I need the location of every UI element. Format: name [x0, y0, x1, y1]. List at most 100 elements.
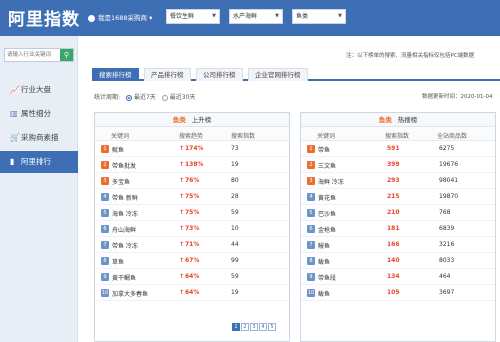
- search-index: 44: [231, 241, 239, 248]
- trend-value: 71%: [185, 241, 200, 248]
- panel-keyword: 鱼类: [172, 116, 186, 124]
- page-4[interactable]: 4: [259, 323, 267, 331]
- keyword-link[interactable]: 舟山海鲜: [112, 225, 136, 234]
- keyword-link[interactable]: 带鱼段: [318, 273, 336, 282]
- user-menu[interactable]: 我是1688采购商 ▾: [88, 12, 152, 22]
- col-keyword: 关键词: [317, 133, 336, 140]
- panel-keyword: 鱼类: [378, 116, 392, 124]
- keyword-link[interactable]: 鲅鱼: [318, 289, 330, 298]
- rank-badge: 3: [307, 177, 315, 185]
- sidebar-item-buyers[interactable]: 🛒采购商素描: [0, 127, 78, 149]
- keyword-link[interactable]: 加拿大多春鱼: [112, 289, 148, 298]
- option-30days[interactable]: 最近30天: [170, 94, 196, 101]
- tab-product-ranking[interactable]: 产品排行榜: [144, 68, 191, 81]
- trend-value: 64%: [185, 289, 200, 296]
- page-3[interactable]: 3: [250, 323, 258, 331]
- keyword-link[interactable]: 鲅鱼: [318, 257, 330, 266]
- table-row[interactable]: 4 带鱼 新鲜 ↑ 75% 28: [95, 189, 289, 205]
- keyword-link[interactable]: 带鱼 冷冻: [112, 241, 138, 250]
- table-row[interactable]: 8 草鱼 ↑ 67% 99: [95, 253, 289, 269]
- data-source-note: 注：以下榜单的搜索、流量相关指标仅包括PC端数据: [346, 53, 475, 59]
- tab-search-ranking[interactable]: 搜索排行榜: [92, 68, 139, 81]
- trend-up-icon: ↑: [179, 241, 185, 248]
- keyword-link[interactable]: 黄干鲷鱼: [112, 273, 136, 282]
- page-5[interactable]: 5: [268, 323, 276, 331]
- table-row[interactable]: 10 加拿大多春鱼 ↑ 64% 19: [95, 285, 289, 301]
- table-row[interactable]: 7 鳗鱼 166 3216: [301, 237, 495, 253]
- table-row[interactable]: 5 巴沙鱼 210 768: [301, 205, 495, 221]
- product-count: 8033: [439, 257, 455, 264]
- trend-value: 174%: [185, 145, 204, 152]
- table-row[interactable]: 6 金枪鱼 181 6839: [301, 221, 495, 237]
- table-row[interactable]: 5 海鱼 冷冻 ↑ 75% 59: [95, 205, 289, 221]
- radio-7days[interactable]: [125, 94, 132, 101]
- keyword-link[interactable]: 海鱼 冷冻: [112, 209, 138, 218]
- search-index: 210: [387, 209, 400, 216]
- category-select-2[interactable]: 水产海鲜 ▼: [229, 9, 283, 24]
- table-row[interactable]: 6 舟山海鲜 ↑ 73% 10: [95, 221, 289, 237]
- category-select-1[interactable]: 餐饮生鲜 ▼: [166, 9, 220, 24]
- keyword-link[interactable]: 带鱼: [318, 145, 330, 154]
- table-row[interactable]: 7 带鱼 冷冻 ↑ 71% 44: [95, 237, 289, 253]
- table-row[interactable]: 9 带鱼段 134 464: [301, 269, 495, 285]
- keyword-link[interactable]: 海鲜 冷冻: [318, 177, 344, 186]
- table-header: 关键词 搜索趋势 搜索指数: [95, 127, 289, 141]
- table-row[interactable]: 10 鲅鱼 105 3697: [301, 285, 495, 301]
- table-row[interactable]: 1 鱿鱼 ↑ 174% 73: [95, 141, 289, 157]
- keyword-link[interactable]: 带鱼批发: [112, 161, 136, 170]
- trend-value: 138%: [185, 161, 204, 168]
- table-row[interactable]: 9 黄干鲷鱼 ↑ 64% 59: [95, 269, 289, 285]
- table-row[interactable]: 4 黄花鱼 215 19870: [301, 189, 495, 205]
- search-input[interactable]: [7, 50, 59, 60]
- sidebar-item-ranking[interactable]: ▮ 阿里排行: [0, 151, 78, 173]
- search-index: 105: [387, 289, 400, 296]
- update-time: 数据更新时间：2020-01-04: [422, 94, 493, 100]
- trend-value: 75%: [185, 193, 200, 200]
- category-select-3[interactable]: 鱼类 ▼: [292, 9, 346, 24]
- rank-badge: 3: [101, 177, 109, 185]
- table-row[interactable]: 2 带鱼批发 ↑ 138% 19: [95, 157, 289, 173]
- search-index: 19: [231, 289, 239, 296]
- radio-30days[interactable]: [161, 94, 168, 101]
- trend-value: 64%: [185, 273, 200, 280]
- keyword-link[interactable]: 三文鱼: [318, 161, 336, 170]
- keyword-link[interactable]: 鱿鱼: [112, 145, 124, 154]
- keyword-link[interactable]: 鳗鱼: [318, 241, 330, 250]
- sidebar-item-attributes[interactable]: ▥ 属性细分: [0, 103, 78, 125]
- search-index: 181: [387, 225, 400, 232]
- rank-badge: 5: [307, 209, 315, 217]
- trend-up-icon: ↑: [179, 209, 185, 216]
- tab-company-ranking[interactable]: 公司排行榜: [196, 68, 243, 81]
- search-index: 293: [387, 177, 400, 184]
- rank-badge: 8: [307, 257, 315, 265]
- tab-website-ranking[interactable]: 企业官网排行榜: [248, 68, 308, 81]
- table-row[interactable]: 8 鲅鱼 140 8033: [301, 253, 495, 269]
- industry-search: ⚲: [4, 48, 74, 62]
- search-index: 59: [231, 209, 239, 216]
- product-count: 98041: [439, 177, 459, 184]
- top-bar: 阿里指数 我是1688采购商 ▾ 餐饮生鲜 ▼ 水产海鲜 ▼ 鱼类 ▼: [0, 0, 500, 36]
- sidebar-item-industry[interactable]: 📈行业大盘: [0, 79, 78, 101]
- table-row[interactable]: 1 带鱼 591 6275: [301, 141, 495, 157]
- option-7days[interactable]: 最近7天: [134, 94, 156, 101]
- keyword-link[interactable]: 多宝鱼: [112, 177, 130, 186]
- product-count: 3697: [439, 289, 455, 296]
- app-logo[interactable]: 阿里指数: [8, 5, 80, 30]
- table-row[interactable]: 2 三文鱼 399 19676: [301, 157, 495, 173]
- keyword-link[interactable]: 带鱼 新鲜: [112, 193, 138, 202]
- table-row[interactable]: 3 海鲜 冷冻 293 98041: [301, 173, 495, 189]
- rank-badge: 10: [307, 289, 315, 297]
- chart-line-icon: 📈: [10, 85, 20, 94]
- product-count: 6275: [439, 145, 455, 152]
- keyword-link[interactable]: 草鱼: [112, 257, 124, 266]
- search-icon[interactable]: ⚲: [60, 49, 73, 61]
- table-row[interactable]: 3 多宝鱼 ↑ 76% 80: [95, 173, 289, 189]
- keyword-link[interactable]: 金枪鱼: [318, 225, 336, 234]
- period-selector: 统计周期: 最近7天 最近30天: [94, 92, 195, 101]
- keyword-link[interactable]: 黄花鱼: [318, 193, 336, 202]
- rank-badge: 2: [307, 161, 315, 169]
- page-1[interactable]: 1: [232, 323, 240, 331]
- product-count: 19676: [439, 161, 459, 168]
- keyword-link[interactable]: 巴沙鱼: [318, 209, 336, 218]
- page-2[interactable]: 2: [241, 323, 249, 331]
